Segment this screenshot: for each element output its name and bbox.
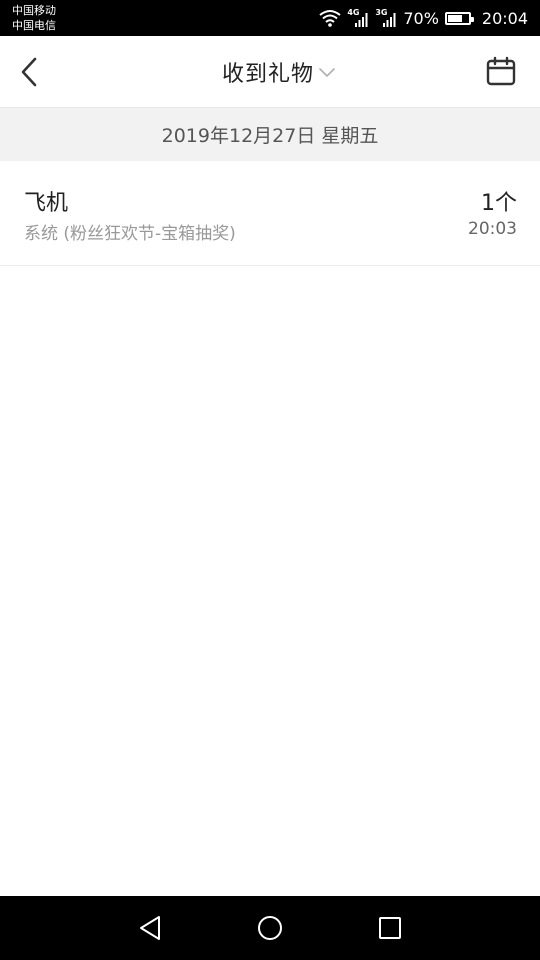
date-section-header: 2019年12月27日 星期五: [0, 108, 540, 161]
signal-4g: 4G: [347, 9, 369, 27]
gift-history-screen: 中国移动 中国电信 4G 3G 70% 20:04 收到礼物 2019年12月2…: [0, 0, 540, 960]
title-dropdown[interactable]: 收到礼物: [222, 56, 336, 88]
app-header: 收到礼物: [0, 36, 540, 108]
chevron-down-icon: [319, 67, 335, 77]
nav-back-button[interactable]: [130, 908, 170, 948]
battery-percent: 70%: [403, 8, 439, 28]
nav-recents-icon: [379, 917, 401, 939]
nav-recents-button[interactable]: [370, 908, 410, 948]
carrier-names: 中国移动 中国电信: [12, 3, 56, 33]
status-indicators: 4G 3G 70% 20:04: [319, 0, 528, 36]
signal-icon: [383, 13, 396, 27]
nav-back-icon: [140, 916, 160, 940]
date-label: 2019年12月27日 星期五: [161, 125, 379, 147]
gift-time: 20:03: [468, 219, 517, 239]
signal-3g: 3G: [375, 9, 397, 27]
battery-icon: [444, 11, 474, 25]
calendar-icon: [486, 56, 516, 86]
signal-icon: [355, 13, 368, 27]
gift-list: 飞机 系统 (粉丝狂欢节-宝箱抽奖) 1个 20:03: [0, 161, 540, 266]
page-title: 收到礼物: [221, 61, 314, 87]
nav-home-icon: [258, 916, 282, 940]
gift-name: 飞机: [24, 191, 69, 216]
status-time: 20:04: [481, 8, 528, 28]
chevron-left-icon: [21, 57, 37, 87]
back-button[interactable]: [20, 52, 60, 92]
carrier-1: 中国移动: [12, 4, 56, 17]
title-area: 收到礼物: [0, 36, 540, 107]
calendar-button[interactable]: [484, 54, 518, 88]
system-navigation-bar: [0, 896, 540, 960]
carrier-2: 中国电信: [12, 19, 56, 32]
gift-count: 1个: [481, 191, 517, 216]
gift-source: 系统 (粉丝狂欢节-宝箱抽奖): [24, 224, 236, 244]
status-bar: 中国移动 中国电信 4G 3G 70% 20:04: [0, 0, 540, 36]
battery-level: [447, 14, 462, 22]
list-item[interactable]: 飞机 系统 (粉丝狂欢节-宝箱抽奖) 1个 20:03: [0, 161, 540, 266]
wifi-icon: [319, 10, 341, 27]
nav-home-button[interactable]: [250, 908, 290, 948]
